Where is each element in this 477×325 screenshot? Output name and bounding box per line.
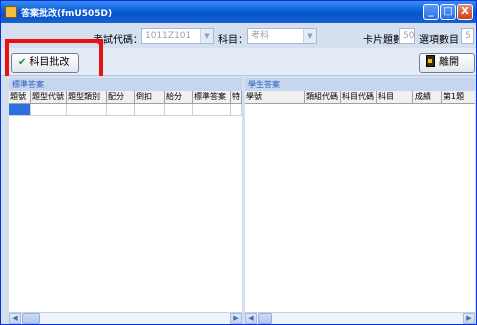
column-header[interactable]: 科目 (377, 91, 413, 103)
student-answer-title: 學生答案 (245, 78, 475, 91)
column-header[interactable]: 配分 (107, 91, 135, 103)
app-icon (5, 6, 17, 18)
scroll-left-icon[interactable]: ◀ (9, 313, 21, 324)
table-cell[interactable] (165, 104, 193, 115)
card-count-value: 50 (403, 31, 415, 41)
option-count-field[interactable]: 5 (461, 28, 474, 44)
card-count-field[interactable]: 50 (399, 28, 415, 44)
column-header[interactable]: 第1題 (442, 91, 475, 103)
scrollbar-thumb[interactable] (22, 313, 40, 324)
table-row[interactable] (9, 104, 242, 116)
scroll-right-icon[interactable]: ▶ (463, 313, 475, 324)
door-icon (426, 55, 435, 67)
chevron-down-icon[interactable]: ▼ (200, 29, 213, 43)
scroll-left-icon[interactable]: ◀ (245, 313, 257, 324)
column-header[interactable]: 標準答案 (193, 91, 231, 103)
maximize-button[interactable]: □ (440, 4, 456, 20)
horizontal-scrollbar[interactable]: ◀ ▶ (245, 312, 475, 324)
exit-label: 離開 (439, 57, 459, 68)
student-answer-header: 學號 類組代碼 科目代碼 科目 成績 第1題 (245, 91, 475, 104)
column-header[interactable]: 題號 (9, 91, 31, 103)
standard-answer-header: 題號 題型代號 題型類別 配分 倒扣 給分 標準答案 特 (9, 91, 242, 104)
column-header[interactable]: 科目代碼 (341, 91, 377, 103)
subject-combo[interactable]: 考科 ▼ (247, 28, 317, 44)
exam-code-value: 1011Z101 (145, 31, 192, 41)
title-bar[interactable]: 答案批改(fmU505D) _ □ X (1, 1, 476, 23)
column-header[interactable]: 給分 (165, 91, 193, 103)
table-cell[interactable] (231, 104, 242, 115)
minimize-button[interactable]: _ (423, 4, 439, 20)
highlight-annotation (5, 39, 103, 81)
column-header[interactable]: 學號 (245, 91, 305, 103)
column-header[interactable]: 題型類別 (67, 91, 107, 103)
horizontal-scrollbar[interactable]: ◀ ▶ (9, 312, 242, 324)
column-header[interactable]: 倒扣 (135, 91, 165, 103)
standard-answer-title: 標準答案 (9, 78, 242, 91)
standard-answer-panel: 標準答案 題號 題型代號 題型類別 配分 倒扣 給分 標準答案 特 ◀ ▶ (9, 78, 242, 324)
column-header[interactable]: 成績 (414, 91, 442, 103)
exam-code-combo[interactable]: 1011Z101 ▼ (141, 28, 214, 44)
option-count-value: 5 (465, 31, 471, 41)
scroll-right-icon[interactable]: ▶ (230, 313, 242, 324)
window-title: 答案批改(fmU505D) (21, 9, 113, 19)
exit-button[interactable]: 離開 (419, 53, 475, 73)
student-answer-panel: 學生答案 學號 類組代碼 科目代碼 科目 成績 第1題 ◀ ▶ (245, 78, 475, 324)
column-header[interactable]: 類組代碼 (305, 91, 341, 103)
scrollbar-thumb[interactable] (258, 313, 272, 324)
subject-value: 考科 (251, 31, 270, 41)
close-button[interactable]: X (457, 4, 473, 20)
main-window: 答案批改(fmU505D) _ □ X 考試代碼： 1011Z101 ▼ 科目：… (0, 0, 477, 325)
table-cell[interactable] (31, 104, 67, 115)
column-header[interactable]: 題型代號 (31, 91, 67, 103)
table-cell[interactable] (135, 104, 165, 115)
selected-cell[interactable] (9, 104, 31, 115)
table-cell[interactable] (67, 104, 107, 115)
table-cell[interactable] (107, 104, 135, 115)
subject-label: 科目： (218, 35, 248, 46)
option-count-label: 選項數目 (419, 35, 459, 46)
table-cell[interactable] (193, 104, 231, 115)
chevron-down-icon[interactable]: ▼ (303, 29, 316, 43)
card-count-label: 卡片題數 (363, 35, 403, 46)
column-header[interactable]: 特 (231, 91, 242, 103)
